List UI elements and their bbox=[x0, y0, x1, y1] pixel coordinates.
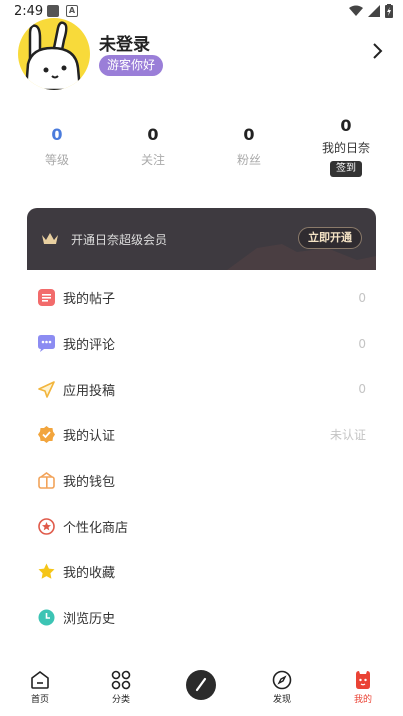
profile-icon bbox=[356, 671, 370, 689]
menu-item-comments[interactable]: 我的评论 0 bbox=[27, 321, 376, 367]
avatar[interactable] bbox=[18, 18, 90, 90]
stat-rina[interactable]: 0 我的日奈 签到 bbox=[306, 116, 386, 177]
menu-item-value: 未认证 bbox=[329, 428, 366, 443]
notification-square-icon bbox=[47, 5, 59, 17]
stat-following[interactable]: 0 关注 bbox=[113, 125, 193, 168]
checkin-button[interactable]: 签到 bbox=[330, 161, 362, 177]
star-icon bbox=[38, 563, 55, 580]
history-icon bbox=[38, 609, 55, 626]
wallet-icon bbox=[38, 472, 55, 489]
menu-item-app-submit[interactable]: 应用投稿 0 bbox=[27, 366, 376, 412]
compass-icon bbox=[272, 670, 292, 690]
menu-item-label: 浏览历史 bbox=[63, 612, 116, 628]
stat-fans-value: 0 bbox=[243, 125, 255, 144]
comment-icon bbox=[38, 335, 55, 353]
menu-item-value: 0 bbox=[358, 290, 366, 305]
vip-open-button[interactable]: 立即开通 bbox=[298, 227, 362, 249]
stat-rina-label: 我的日奈 bbox=[321, 141, 370, 155]
nav-home-label: 首页 bbox=[30, 695, 49, 705]
stat-rina-value: 0 bbox=[340, 116, 352, 135]
stat-level[interactable]: 0 等级 bbox=[17, 125, 97, 168]
stat-level-label: 等级 bbox=[44, 153, 69, 167]
home-icon bbox=[31, 671, 49, 689]
stat-following-value: 0 bbox=[147, 125, 159, 144]
stat-fans[interactable]: 0 粉丝 bbox=[209, 125, 289, 168]
crown-icon bbox=[42, 233, 58, 244]
menu-item-store[interactable]: 个性化商店 bbox=[27, 503, 376, 549]
category-icon bbox=[111, 670, 131, 690]
store-icon bbox=[38, 517, 55, 535]
menu-item-value: 0 bbox=[358, 336, 366, 351]
stat-following-label: 关注 bbox=[140, 153, 165, 167]
menu-item-label: 我的收藏 bbox=[63, 566, 116, 582]
menu-item-label: 应用投稿 bbox=[63, 383, 116, 399]
vip-banner-text: 开通日奈超级会员 bbox=[71, 233, 168, 247]
signal-icon bbox=[368, 5, 380, 17]
nav-profile[interactable]: 我的 bbox=[338, 670, 388, 705]
guest-badge: 游客你好 bbox=[99, 55, 164, 76]
nav-discover[interactable]: 发现 bbox=[257, 670, 307, 705]
nav-category-label: 分类 bbox=[111, 695, 130, 705]
nav-category[interactable]: 分类 bbox=[96, 670, 146, 705]
stat-fans-label: 粉丝 bbox=[236, 153, 261, 167]
menu-item-wallet[interactable]: 我的钱包 bbox=[27, 458, 376, 504]
compose-button[interactable] bbox=[186, 670, 216, 700]
a-icon: A bbox=[66, 5, 78, 17]
menu-item-label: 我的帖子 bbox=[63, 292, 116, 308]
verified-icon bbox=[38, 426, 55, 444]
chevron-right-icon[interactable] bbox=[369, 42, 385, 60]
menu-item-favorites[interactable]: 我的收藏 bbox=[27, 549, 376, 595]
bottom-nav: 首页 分类 发现 我的 bbox=[0, 664, 403, 716]
username[interactable]: 未登录 bbox=[99, 30, 150, 55]
nav-profile-label: 我的 bbox=[353, 695, 372, 705]
vip-banner[interactable]: 开通日奈超级会员 立即开通 bbox=[27, 208, 376, 270]
submit-icon bbox=[38, 380, 55, 398]
pen-icon bbox=[195, 677, 207, 692]
menu-item-label: 我的认证 bbox=[63, 429, 116, 445]
status-time: 2:49 bbox=[14, 4, 44, 19]
battery-charging-icon bbox=[385, 4, 393, 18]
menu-item-history[interactable]: 浏览历史 bbox=[27, 595, 376, 641]
menu-list: 我的帖子 0 我的评论 0 应用投稿 0 我的认证 未认证 我的钱包 个性化商店… bbox=[27, 275, 376, 641]
menu-item-posts[interactable]: 我的帖子 0 bbox=[27, 275, 376, 321]
menu-item-label: 我的评论 bbox=[63, 338, 116, 354]
menu-item-value: 0 bbox=[358, 382, 366, 397]
rabbit-avatar-icon bbox=[24, 21, 82, 90]
wifi-icon bbox=[349, 5, 363, 16]
stat-level-value: 0 bbox=[51, 125, 63, 144]
nav-home[interactable]: 首页 bbox=[15, 670, 65, 705]
nav-discover-label: 发现 bbox=[272, 695, 291, 705]
menu-item-label: 我的钱包 bbox=[63, 475, 116, 491]
menu-item-label: 个性化商店 bbox=[63, 520, 129, 536]
menu-item-verification[interactable]: 我的认证 未认证 bbox=[27, 412, 376, 458]
posts-icon bbox=[38, 289, 55, 307]
